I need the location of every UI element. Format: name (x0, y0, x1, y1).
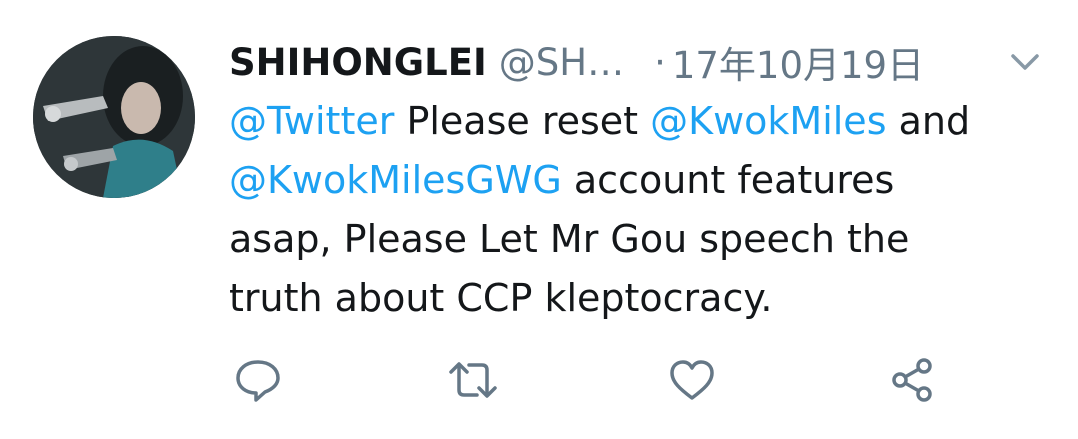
tweet-date[interactable]: 17年10月19日 (672, 35, 924, 89)
separator-dot: · (654, 40, 666, 84)
tweet-card[interactable]: SHIHONGLEI @SH… · 17年10月19日 @Twitter Ple… (0, 0, 1078, 439)
like-button[interactable] (662, 350, 722, 410)
avatar-image (33, 36, 195, 198)
text-segment: account features (561, 158, 895, 202)
avatar[interactable] (33, 36, 195, 198)
text-segment: truth about CCP kleptocracy. (229, 276, 773, 320)
tweet-line: @KwokMilesGWG account features (229, 151, 1049, 210)
text-segment: and (886, 99, 971, 143)
retweet-icon (449, 362, 497, 398)
tweet-line: @Twitter Please reset @KwokMiles and (229, 92, 1049, 151)
action-bar (0, 350, 1078, 410)
user-handle[interactable]: @SH… (499, 41, 624, 84)
tweet-header: SHIHONGLEI @SH… · 17年10月19日 (229, 36, 924, 88)
mention-link[interactable]: @KwokMiles (650, 99, 886, 143)
tweet-line: truth about CCP kleptocracy. (229, 269, 1049, 328)
text-segment: Please reset (394, 99, 651, 143)
retweet-button[interactable] (443, 350, 503, 410)
more-options-button[interactable] (1005, 46, 1045, 78)
heart-icon (670, 360, 714, 400)
share-icon (892, 358, 932, 402)
mention-link[interactable]: @Twitter (229, 99, 394, 143)
tweet-line: asap, Please Let Mr Gou speech the (229, 210, 1049, 269)
chevron-down-icon (1011, 54, 1039, 70)
reply-button[interactable] (228, 350, 288, 410)
reply-icon (236, 360, 280, 402)
text-segment: asap, Please Let Mr Gou speech the (229, 217, 910, 261)
display-name[interactable]: SHIHONGLEI (229, 41, 487, 84)
mention-link[interactable]: @KwokMilesGWG (229, 158, 562, 202)
tweet-text: @Twitter Please reset @KwokMiles and @Kw… (229, 92, 1049, 328)
share-button[interactable] (882, 350, 942, 410)
